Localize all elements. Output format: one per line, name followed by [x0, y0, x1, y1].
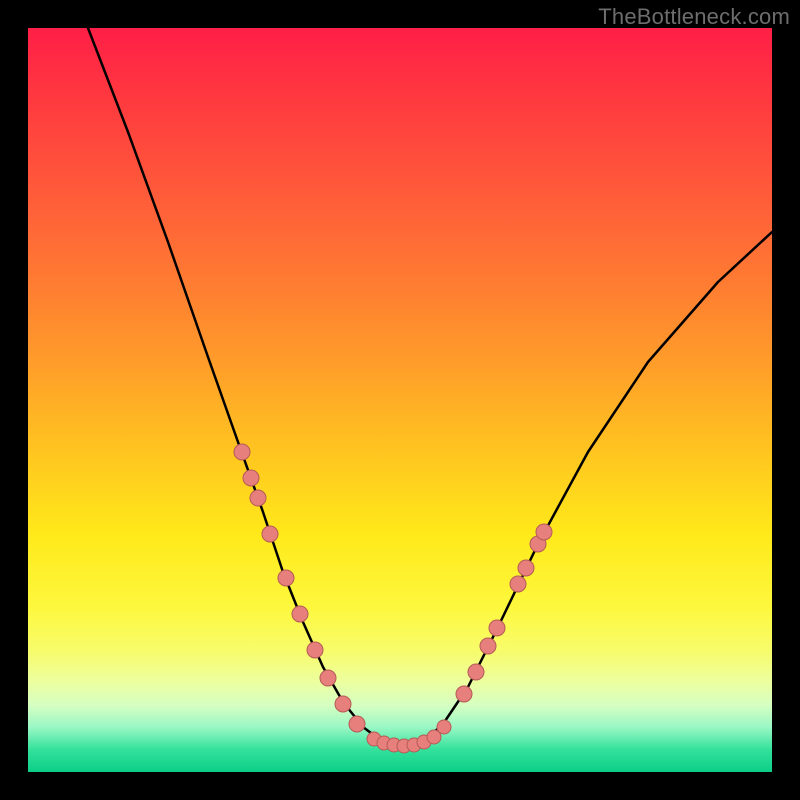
data-dot [480, 638, 496, 654]
data-dot [335, 696, 351, 712]
data-dot [307, 642, 323, 658]
data-dot [510, 576, 526, 592]
data-dot [456, 686, 472, 702]
chart-frame: TheBottleneck.com [0, 0, 800, 800]
data-dot [536, 524, 552, 540]
data-dot [292, 606, 308, 622]
dots-group [234, 444, 552, 753]
data-dot [518, 560, 534, 576]
data-dot [349, 716, 365, 732]
data-dot [262, 526, 278, 542]
chart-svg [28, 28, 772, 772]
data-dot [489, 620, 505, 636]
watermark-text: TheBottleneck.com [598, 4, 790, 30]
data-dot [437, 720, 451, 734]
plot-area [28, 28, 772, 772]
data-dot [278, 570, 294, 586]
data-dot [320, 670, 336, 686]
data-dot [243, 470, 259, 486]
data-dot [250, 490, 266, 506]
data-dot [234, 444, 250, 460]
curve-group [88, 28, 772, 746]
data-dot [468, 664, 484, 680]
bottleneck-curve [88, 28, 772, 746]
